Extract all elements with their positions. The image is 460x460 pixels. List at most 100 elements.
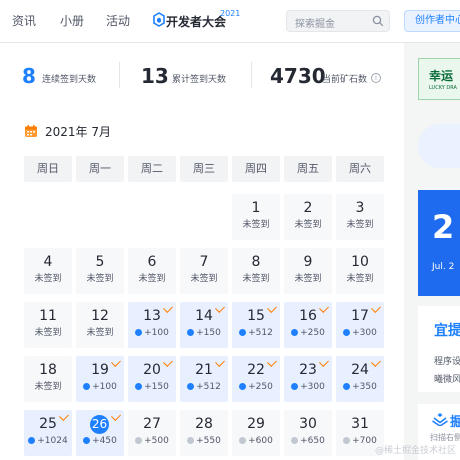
day-status: 未签到 [34,274,62,284]
calendar-day-cell[interactable]: 12 未签到 [76,302,124,348]
ore-icon [291,329,299,336]
ore-icon [187,437,195,444]
weekday-header: 周四 [232,156,280,182]
reward-amount: +550 [196,436,221,446]
ore-icon [83,437,91,444]
calendar-day-cell[interactable]: 24 +350 [336,356,384,402]
calendar-day-cell[interactable]: 30 +650 [284,410,332,456]
day-number: 30 [299,416,317,432]
lucky-draw-subtitle: LUCKY DRA [429,85,457,91]
day-status: 未签到 [294,274,322,284]
day-status: 未签到 [346,220,374,230]
day-reward: +1024 [24,435,72,447]
ore-icon [187,329,195,336]
calendar-day-cell[interactable]: 11 未签到 [24,302,72,348]
calendar-day-cell[interactable]: 14 +150 [180,302,228,348]
day-number: 5 [95,254,105,270]
calendar-icon [25,125,37,137]
calendar-day-cell[interactable]: 20 +150 [128,356,176,402]
day-reward: +300 [284,381,332,393]
calendar-day-cell[interactable]: 17 +300 [336,302,384,348]
calendar-day-cell[interactable]: 29 +600 [232,410,280,456]
day-status: 未签到 [86,274,114,284]
weekday-header: 周二 [128,156,176,182]
day-reward: +250 [284,327,332,339]
nav-item-books[interactable]: 小册 [60,13,84,29]
day-number: 4 [43,254,53,270]
calendar-day-cell[interactable]: 19 +100 [76,356,124,402]
calendar-day-cell[interactable]: 2 未签到 [284,194,332,240]
lucky-draw-title: 幸运 [429,69,454,83]
calendar-day-cell[interactable]: 1 未签到 [232,194,280,240]
weekday-header: 周一 [76,156,124,182]
stat-divider [251,62,252,88]
juejin-scan-hint: 扫描右侧 [430,433,460,442]
reward-amount: +512 [196,382,221,392]
tips-line: 曦微风 [434,375,460,385]
calendar-day-cell[interactable]: 5 未签到 [76,248,124,294]
lucky-draw-banner[interactable]: 幸运 LUCKY DRA [418,58,460,100]
calendar-day-cell[interactable]: 18 未签到 [24,356,72,402]
calendar-day-cell[interactable]: 26 +450 [76,410,124,456]
search-input[interactable]: 探索掘金 [286,10,390,32]
sidebar-pill-button[interactable] [418,124,460,168]
day-status: 未签到 [346,274,374,284]
day-number: 28 [195,416,213,432]
search-icon[interactable] [372,15,384,27]
reward-amount: +100 [92,382,117,392]
reward-amount: +150 [196,328,221,338]
nav-item-events[interactable]: 活动 [106,13,130,29]
calendar-day-cell[interactable]: 21 +512 [180,356,228,402]
calendar-day-cell[interactable]: 8 未签到 [232,248,280,294]
brand-year: 2021 [220,9,241,18]
day-number: 11 [39,308,57,324]
calendar-day-cell[interactable]: 25 +1024 [24,410,72,456]
day-reward: +512 [232,327,280,339]
top-nav: 资讯 小册 活动 开发者大会 2021 探索掘金 创作者中心 [0,0,460,43]
reward-amount: +600 [248,436,273,446]
reward-amount: +450 [92,436,117,446]
month-title: 2021年 7月 [45,125,111,139]
search-placeholder: 探索掘金 [295,19,335,30]
juejin-logo-icon [432,413,448,426]
calendar-day-cell[interactable]: 15 +512 [232,302,280,348]
day-reward: +512 [180,381,228,393]
calendar-day-cell[interactable]: 28 +550 [180,410,228,456]
nav-item-news[interactable]: 资讯 [12,13,36,29]
calendar-day-cell[interactable]: 9 未签到 [284,248,332,294]
calendar-day-cell[interactable]: 7 未签到 [180,248,228,294]
day-status: 未签到 [242,220,270,230]
brand-title: 开发者大会 [166,15,227,29]
ore-icon [343,437,351,444]
calendar-day-cell[interactable]: 10 未签到 [336,248,384,294]
calendar-day-cell[interactable]: 22 +250 [232,356,280,402]
reward-amount: +100 [144,328,169,338]
day-reward: +300 [336,327,384,339]
reward-amount: +700 [352,436,377,446]
calendar-day-cell[interactable]: 3 未签到 [336,194,384,240]
ore-icon [239,383,247,390]
calendar-day-cell[interactable]: 23 +300 [284,356,332,402]
promo-number: 2 [432,208,455,246]
ore-icon [239,437,247,444]
ore-icon [83,383,91,390]
calendar-day-cell[interactable]: 13 +100 [128,302,176,348]
day-status: 未签到 [190,274,218,284]
calendar-day-cell[interactable]: 16 +250 [284,302,332,348]
day-number: 18 [39,362,57,378]
day-reward: +350 [336,381,384,393]
promo-card[interactable]: 2 Jul. 2 [418,190,460,296]
promo-date: Jul. 2 [432,262,455,272]
calendar-day-cell[interactable]: 27 +500 [128,410,176,456]
creator-center-button[interactable]: 创作者中心 [404,10,460,32]
reward-amount: +350 [352,382,377,392]
day-reward: +150 [128,381,176,393]
weekday-header: 周三 [180,156,228,182]
calendar-day-cell[interactable]: 4 未签到 [24,248,72,294]
day-number: 8 [251,254,261,270]
calendar-day-cell[interactable]: 6 未签到 [128,248,176,294]
ore-icon [28,437,36,444]
info-icon[interactable]: i [371,73,381,83]
day-reward: +500 [128,435,176,447]
weekday-header: 周五 [284,156,332,182]
